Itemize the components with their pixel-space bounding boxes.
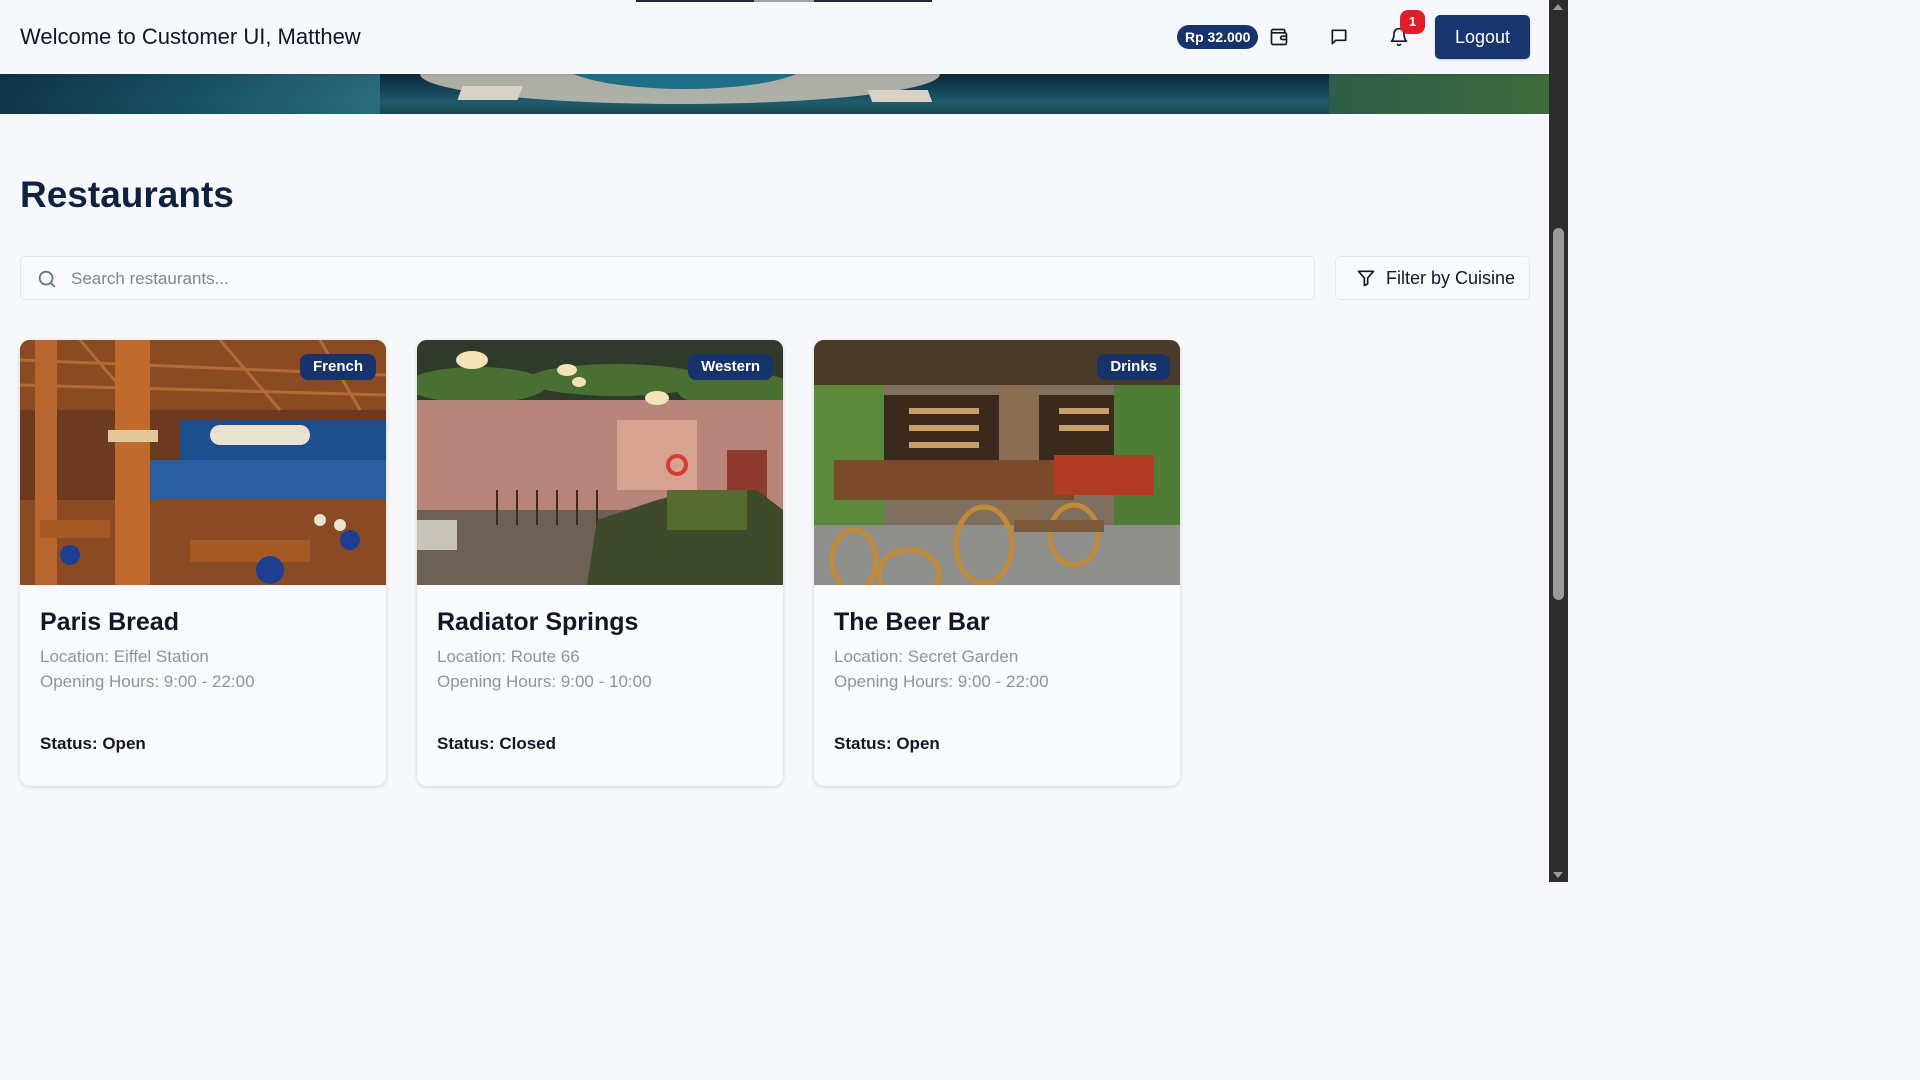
filter-icon [1357,270,1375,287]
search-input[interactable] [69,257,1303,301]
restaurant-image: French [20,340,386,585]
restaurant-location: Location: Route 66 [437,647,580,666]
filter-label: Filter by Cuisine [1386,267,1516,288]
filter-by-cuisine-button[interactable]: Filter by Cuisine [1335,256,1530,300]
restaurant-name: Paris Bread [40,608,179,636]
restaurant-status: Status: Open [40,734,146,753]
scrollbar-thumb[interactable] [1553,228,1564,600]
cuisine-tag: Western [688,354,773,380]
cuisine-tag: Drinks [1097,354,1170,380]
notification-count-badge: 1 [1400,10,1425,34]
logout-button[interactable]: Logout [1435,15,1530,59]
restaurant-hours: Opening Hours: 9:00 - 22:00 [834,672,1049,691]
scroll-up-arrow-icon[interactable] [1553,4,1563,10]
restaurant-status: Status: Closed [437,734,557,753]
restaurant-location: Location: Eiffel Station [40,647,209,666]
restaurant-card[interactable]: French Paris Bread Location: Eiffel Stat… [20,340,386,786]
cuisine-tag: French [299,354,376,380]
restaurant-image: Drinks [814,340,1180,585]
search-box [20,256,1315,301]
restaurant-card[interactable]: Western Radiator Springs Location: Route… [417,340,783,786]
vertical-scrollbar[interactable] [1549,0,1568,882]
wallet-icon[interactable] [1266,24,1292,50]
restaurant-hours: Opening Hours: 9:00 - 22:00 [40,672,255,691]
scroll-down-arrow-icon[interactable] [1553,872,1563,878]
restaurant-name: Radiator Springs [437,608,639,636]
top-indicator [636,0,932,2]
restaurant-name: The Beer Bar [834,608,990,636]
top-navbar: Welcome to Customer UI, Matthew Rp 32.00… [0,0,1549,74]
chat-icon[interactable] [1326,24,1352,50]
restaurant-card[interactable]: Drinks The Beer Bar Location: Secret Gar… [814,340,1180,786]
hero-banner-image [0,74,1549,114]
balance-badge[interactable]: Rp 32.000 [1177,25,1259,49]
welcome-text: Welcome to Customer UI, Matthew [20,24,361,49]
restaurant-hours: Opening Hours: 9:00 - 10:00 [437,672,652,691]
page: Welcome to Customer UI, Matthew Rp 32.00… [0,0,1549,882]
restaurant-image: Western [417,340,783,585]
search-icon [38,270,56,288]
restaurant-status: Status: Open [834,734,940,753]
restaurant-location: Location: Secret Garden [834,647,1019,666]
page-title: Restaurants [20,174,234,215]
